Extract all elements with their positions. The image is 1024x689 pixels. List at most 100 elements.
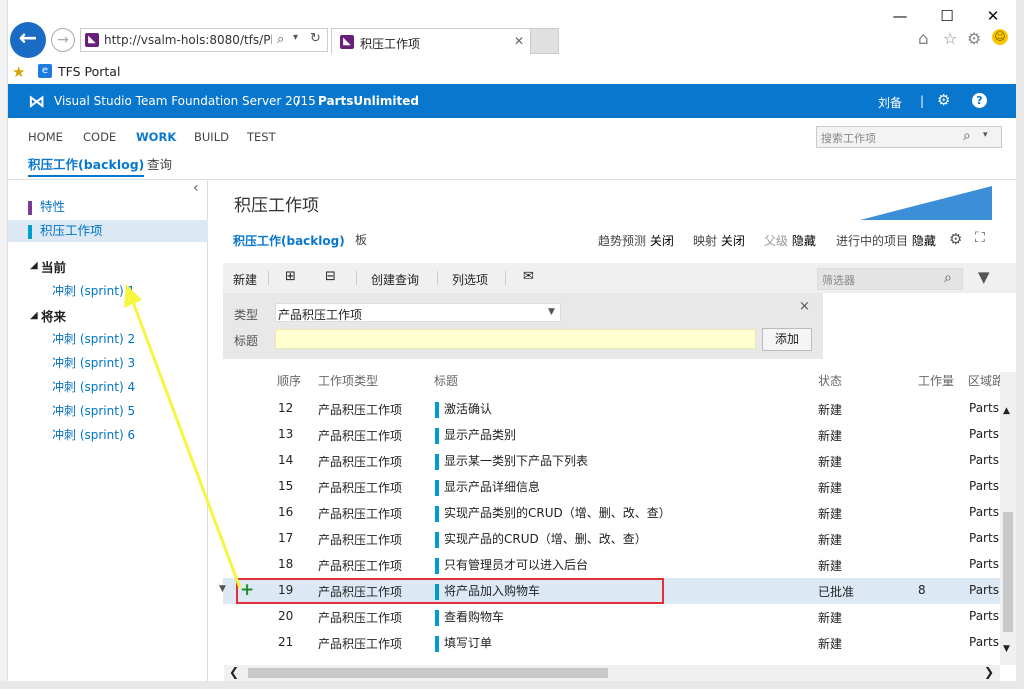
row-title[interactable]: 查看购物车 xyxy=(435,608,504,626)
new-button[interactable]: 新建 xyxy=(233,271,257,288)
browser-tab[interactable]: ◣ 积压工作项 ✕ xyxy=(331,28,531,54)
vertical-scroll-thumb[interactable] xyxy=(1003,512,1013,632)
col-header-effort[interactable]: 工作量 xyxy=(918,372,954,389)
visual-studio-logo-icon[interactable]: ⋈ xyxy=(28,92,45,112)
favorites-star-icon[interactable]: ☆ xyxy=(943,29,957,48)
hub-build[interactable]: BUILD xyxy=(194,130,229,144)
collapse-panel-icon[interactable]: ‹ xyxy=(193,180,199,196)
sprint-link-current[interactable]: 冲刺 (sprint) 1 xyxy=(52,282,135,299)
row-title[interactable]: 实现产品类别的CRUD（增、删、改、查） xyxy=(435,504,671,522)
close-window-button[interactable]: ✕ xyxy=(973,4,1013,28)
search-icon[interactable]: ⌕ xyxy=(963,128,971,144)
table-row[interactable]: 15 产品积压工作项 新建 PartsUnlimited 显示产品详细信息 xyxy=(223,474,1016,500)
subhub-queries[interactable]: 查询 xyxy=(147,154,172,173)
col-header-title[interactable]: 标题 xyxy=(434,372,458,389)
smiley-icon[interactable]: ☺ xyxy=(992,29,1008,45)
product-name[interactable]: Visual Studio Team Foundation Server 201… xyxy=(54,94,316,108)
settings-gear-icon[interactable]: ⚙ xyxy=(949,230,962,248)
create-query-button[interactable]: 创建查询 xyxy=(371,271,419,288)
expand-triangle-icon[interactable]: ◢ xyxy=(30,310,38,321)
horizontal-scroll-thumb[interactable] xyxy=(248,668,608,678)
row-title[interactable]: 显示某一类别下产品下列表 xyxy=(435,452,588,470)
fullscreen-icon[interactable]: ⛶ xyxy=(975,230,985,246)
tab-backlog[interactable]: 积压工作(backlog) xyxy=(233,232,345,249)
horizontal-scrollbar[interactable]: ❮ ❯ xyxy=(224,665,1000,681)
search-icon[interactable]: ⌕ xyxy=(944,270,952,286)
table-row[interactable]: 14 产品积压工作项 新建 PartsUnlimited 显示某一类别下产品下列表 xyxy=(223,448,1016,474)
subhub-backlog[interactable]: 积压工作(backlog) xyxy=(28,154,145,177)
backlog-item-pbi[interactable]: 积压工作项 xyxy=(8,220,208,242)
minimize-button[interactable]: — xyxy=(880,4,920,28)
hub-work[interactable]: WORK xyxy=(136,130,176,144)
search-icon[interactable]: ⌕ xyxy=(277,32,284,47)
row-context-menu-icon[interactable]: ▼ xyxy=(219,584,226,594)
table-row[interactable]: 12 产品积压工作项 新建 PartsUnlimited 激活确认 xyxy=(223,396,1016,422)
backlog-item-features[interactable]: 特性 xyxy=(8,196,208,218)
new-tab-button[interactable] xyxy=(531,28,559,54)
close-icon[interactable]: × xyxy=(799,299,810,314)
settings-gear-icon[interactable]: ⚙ xyxy=(937,91,950,109)
title-input[interactable] xyxy=(275,329,756,349)
row-title[interactable]: 实现产品的CRUD（增、删、改、查） xyxy=(435,530,647,548)
scroll-right-arrow-icon[interactable]: ❯ xyxy=(984,665,994,679)
sprint-link[interactable]: 冲刺 (sprint) 2 xyxy=(52,330,135,347)
row-title[interactable]: 显示产品详细信息 xyxy=(435,478,540,496)
forecast-option[interactable]: 趋势预测 关闭 xyxy=(598,232,674,249)
maximize-button[interactable]: ☐ xyxy=(927,4,967,28)
velocity-mini-chart[interactable] xyxy=(860,184,992,220)
user-name[interactable]: 刘备 xyxy=(878,94,902,111)
forward-button[interactable]: → xyxy=(51,28,75,52)
tab-board[interactable]: 板 xyxy=(355,231,367,248)
collapse-all-icon[interactable]: ⊟ xyxy=(325,269,336,284)
chevron-down-icon[interactable]: ▾ xyxy=(983,130,988,140)
vertical-scrollbar[interactable]: ▲ ▼ xyxy=(1000,372,1016,665)
address-bar[interactable]: ◣ http://vsalm-hols:8080/tfs/Ph ⌕ ▾ ↻ xyxy=(80,28,328,52)
col-header-order[interactable]: 顺序 xyxy=(277,372,301,389)
search-work-items-input[interactable]: 搜索工作项 ⌕ ▾ xyxy=(816,126,1002,148)
scroll-left-arrow-icon[interactable]: ❮ xyxy=(229,665,239,679)
chevron-down-icon[interactable]: ▼ xyxy=(548,307,555,317)
filter-funnel-icon[interactable]: ▼ xyxy=(978,268,990,286)
project-name[interactable]: PartsUnlimited xyxy=(318,94,419,108)
mapping-option[interactable]: 映射 关闭 xyxy=(693,232,745,249)
col-header-state[interactable]: 状态 xyxy=(818,372,842,389)
table-row[interactable]: 18 产品积压工作项 新建 PartsUnlimited 只有管理员才可以进入后台 xyxy=(223,552,1016,578)
mail-icon[interactable]: ✉ xyxy=(523,269,534,284)
sprint-link[interactable]: 冲刺 (sprint) 5 xyxy=(52,402,135,419)
table-row[interactable]: 16 产品积压工作项 新建 PartsUnlimited 实现产品类别的CRUD（增、删… xyxy=(223,500,1016,526)
sprint-link[interactable]: 冲刺 (sprint) 3 xyxy=(52,354,135,371)
row-title[interactable]: 填写订单 xyxy=(435,634,492,652)
close-tab-icon[interactable]: ✕ xyxy=(514,34,524,48)
table-row[interactable]: 21 产品积压工作项 新建 PartsUnlimited 填写订单 xyxy=(223,630,1016,656)
sprint-link[interactable]: 冲刺 (sprint) 6 xyxy=(52,426,135,443)
table-row[interactable]: 17 产品积压工作项 新建 PartsUnlimited 实现产品的CRUD（增、删、改… xyxy=(223,526,1016,552)
row-title[interactable]: 显示产品类别 xyxy=(435,426,516,444)
row-title[interactable]: 只有管理员才可以进入后台 xyxy=(435,556,588,574)
sprint-link[interactable]: 冲刺 (sprint) 4 xyxy=(52,378,135,395)
in-progress-option[interactable]: 进行中的项目 隐藏 xyxy=(836,232,936,249)
home-icon[interactable]: ⌂ xyxy=(918,29,929,49)
back-button[interactable]: ← xyxy=(10,22,46,58)
settings-gear-icon[interactable]: ⚙ xyxy=(967,29,981,48)
help-icon[interactable]: ? xyxy=(972,93,987,108)
dropdown-icon[interactable]: ▾ xyxy=(293,32,298,43)
expand-triangle-icon[interactable]: ◢ xyxy=(30,260,38,271)
scroll-down-arrow-icon[interactable]: ▼ xyxy=(1003,644,1010,654)
hub-test[interactable]: TEST xyxy=(247,130,276,144)
hub-code[interactable]: CODE xyxy=(83,130,116,144)
hub-home[interactable]: HOME xyxy=(28,130,63,144)
type-select[interactable]: 产品积压工作项 ▼ xyxy=(275,303,561,322)
filter-input[interactable]: 筛选器 ⌕ xyxy=(817,268,963,290)
add-button[interactable]: 添加 xyxy=(762,328,812,351)
scroll-up-arrow-icon[interactable]: ▲ xyxy=(1003,406,1010,416)
table-row[interactable]: 13 产品积压工作项 新建 PartsUnlimited 显示产品类别 xyxy=(223,422,1016,448)
column-options-button[interactable]: 列选项 xyxy=(452,271,488,288)
favorite-link[interactable]: TFS Portal xyxy=(58,64,120,79)
table-row[interactable]: 20 产品积压工作项 新建 PartsUnlimited 查看购物车 xyxy=(223,604,1016,630)
row-title[interactable]: 激活确认 xyxy=(435,400,492,418)
table-row[interactable]: 19产品积压工作项已批准8PartsUnlimited将产品加入购物车▼+ xyxy=(219,578,1016,604)
col-header-type[interactable]: 工作项类型 xyxy=(318,372,378,389)
refresh-icon[interactable]: ↻ xyxy=(310,31,321,46)
expand-all-icon[interactable]: ⊞ xyxy=(285,269,296,284)
parents-option[interactable]: 父级 隐藏 xyxy=(764,232,816,249)
